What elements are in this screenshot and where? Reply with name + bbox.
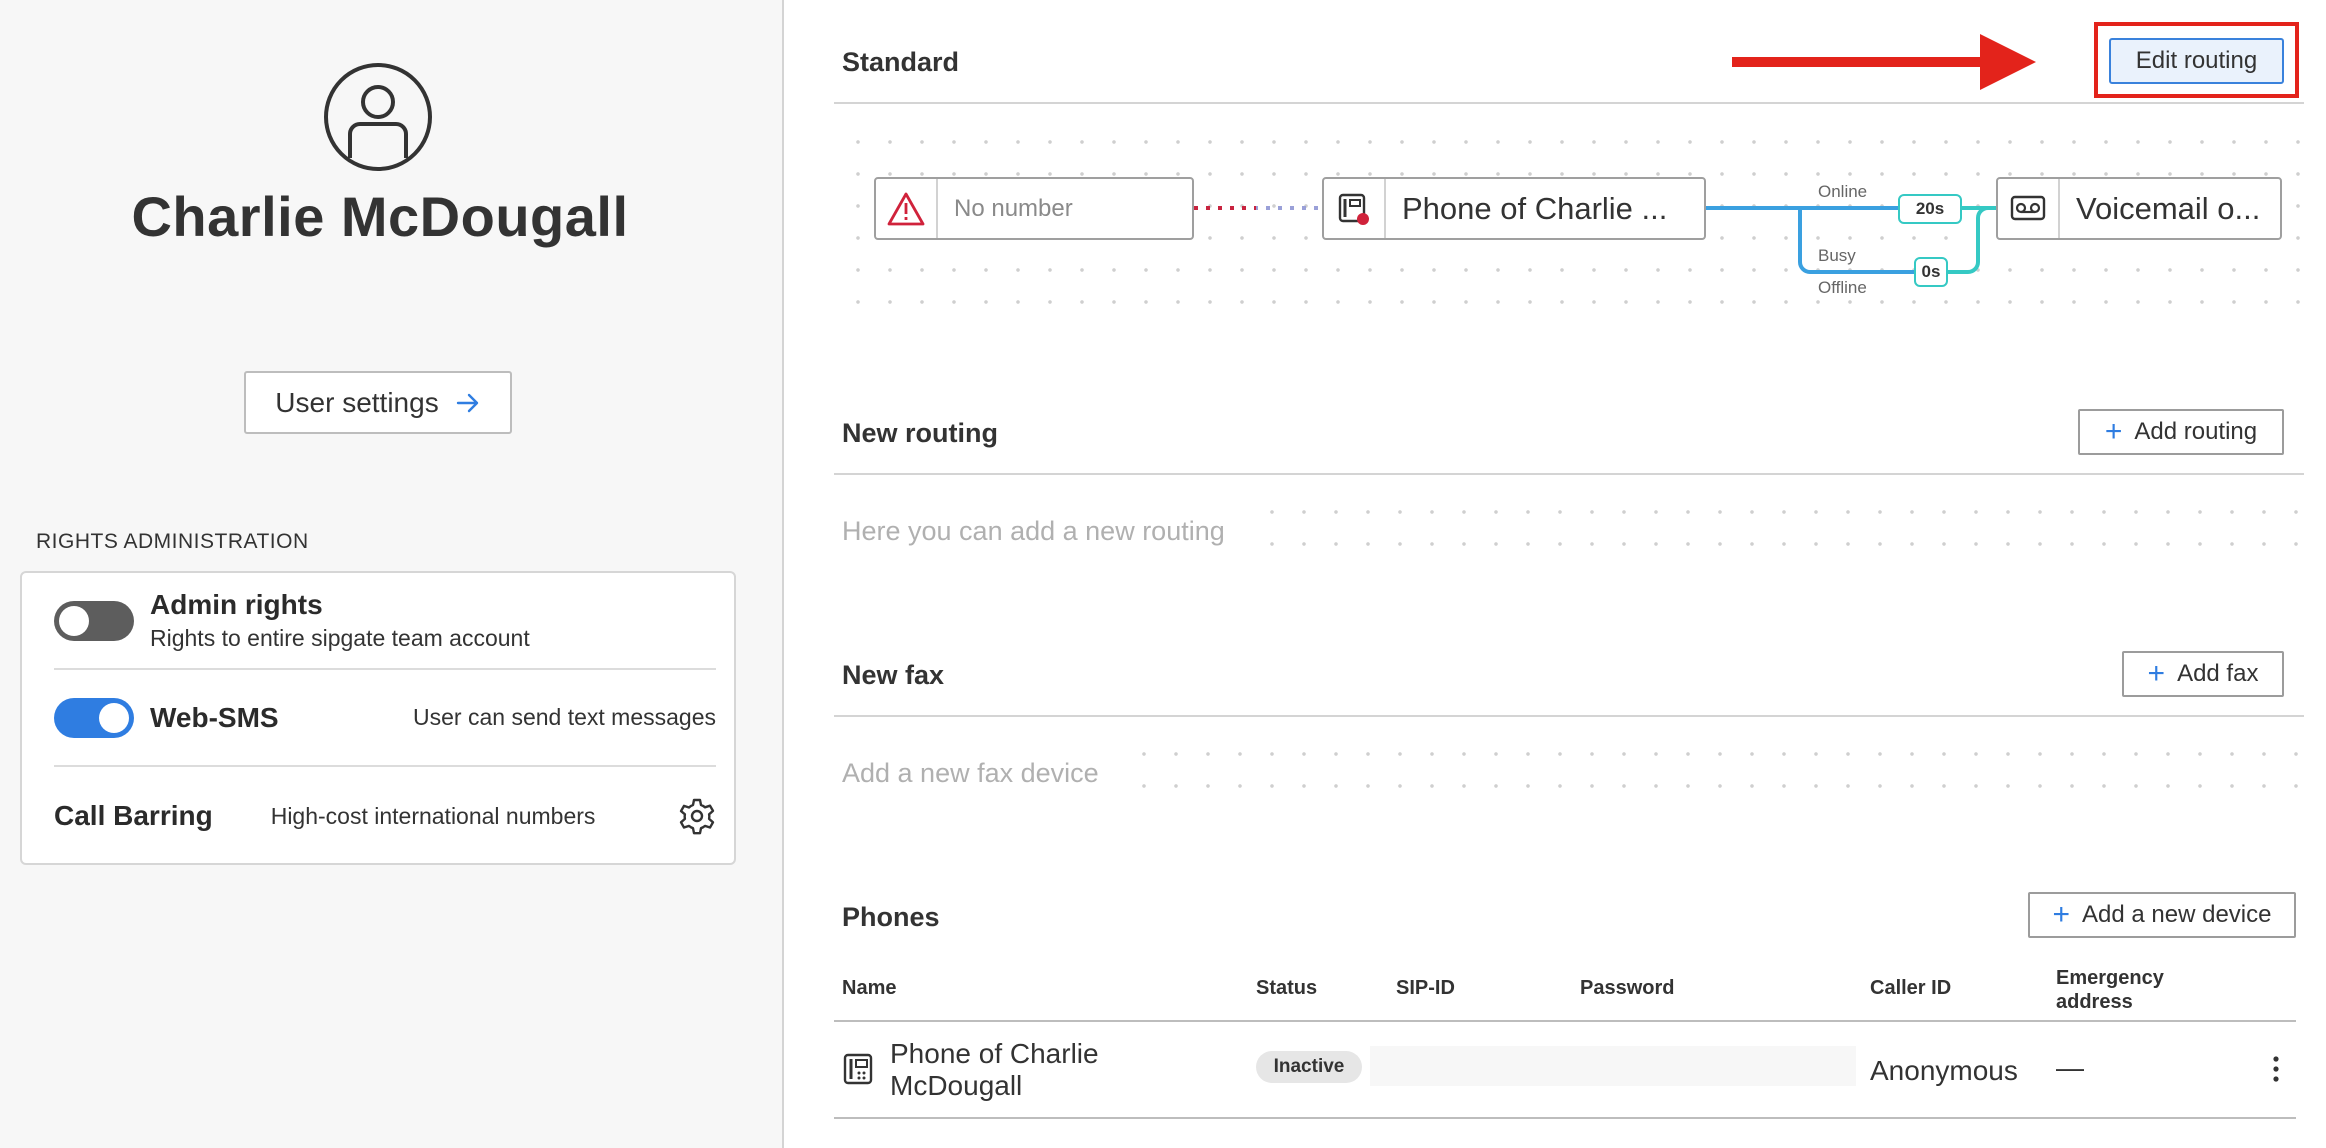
column-header-sip-id: SIP-ID [1396,977,1455,999]
rights-heading: RIGHTS ADMINISTRATION [36,530,309,553]
websms-title: Web-SMS [150,701,279,733]
new-fax-placeholder: Add a new fax device [842,758,1099,788]
websms-toggle[interactable] [54,697,134,738]
add-device-label: Add a new device [2082,901,2272,928]
new-routing-grid [1256,496,2302,558]
new-routing-divider [834,473,2304,475]
new-routing-section-title: New routing [842,418,998,448]
user-name: Charlie McDougall [131,185,629,248]
column-header-emergency: Emergency address [2056,966,2164,1014]
call-barring-row: Call Barring High-cost international num… [54,767,716,865]
edit-routing-button[interactable]: Edit routing [2109,38,2284,84]
sip-id-field[interactable] [1370,1046,1856,1086]
websms-description: User can send text messages [413,704,716,730]
column-header-status: Status [1256,977,1318,999]
online-label: Online [1818,182,1868,201]
column-header-emergency-line2: address [2056,991,2133,1013]
table-bottom-divider [834,1117,2296,1119]
routing-target-node[interactable]: Voicemail o... [1996,177,2282,240]
voicemail-icon [2010,195,2046,220]
online-delay-badge[interactable]: 20s [1898,194,1962,224]
standard-section-title: Standard [842,47,960,77]
plus-icon: + [2147,657,2166,690]
user-sidebar: Charlie McDougall User settings RIGHTS A… [0,0,784,1148]
annotation-arrow [1732,34,2036,90]
kebab-menu-icon[interactable] [2270,1054,2282,1084]
plus-icon: + [2052,898,2071,931]
admin-rights-subtitle: Rights to entire sipgate team account [150,625,530,651]
table-header-divider [834,1020,2296,1022]
column-header-name: Name [842,977,897,999]
routing-device-node[interactable]: Phone of Charlie ... [1322,177,1706,240]
busy-delay-badge[interactable]: 0s [1914,257,1948,287]
caller-id-value: Anonymous [1870,1055,2018,1086]
add-fax-label: Add fax [2177,660,2259,687]
call-barring-description: High-cost international numbers [270,802,596,829]
rights-card: Admin rights Rights to entire sipgate te… [20,571,736,865]
column-header-emergency-line1: Emergency [2056,967,2164,989]
arrow-right-icon [456,393,478,412]
status-badge: Inactive [1256,1051,1362,1083]
desk-phone-icon [843,1053,873,1085]
new-fax-section-title: New fax [842,660,945,690]
new-fax-grid [1128,738,2302,800]
user-avatar-icon [324,63,432,171]
routing-source-node[interactable]: No number [874,177,1194,240]
busy-label: Busy [1818,246,1856,265]
column-header-caller-id: Caller ID [1870,977,1952,999]
new-routing-placeholder: Here you can add a new routing [842,516,1225,546]
routing-device-label: Phone of Charlie ... [1402,190,1668,226]
websms-row: Web-SMS User can send text messages [54,670,716,767]
add-device-button[interactable]: + Add a new device [2028,892,2296,938]
routing-target-label: Voicemail o... [2076,190,2261,226]
emergency-address-value: — [2056,1052,2084,1083]
add-fax-button[interactable]: + Add fax [2122,651,2284,697]
admin-rights-row: Admin rights Rights to entire sipgate te… [54,573,716,670]
admin-rights-toggle[interactable] [54,600,134,641]
user-settings-label: User settings [275,386,439,418]
add-routing-label: Add routing [2134,418,2258,445]
device-name[interactable]: Phone of Charlie McDougall [890,1038,1190,1102]
desk-phone-icon [1338,193,1369,225]
warning-icon [887,192,925,225]
routing-source-label: No number [954,194,1073,222]
user-settings-button[interactable]: User settings [244,371,512,434]
offline-label: Offline [1818,278,1867,297]
column-header-password: Password [1580,977,1675,999]
call-barring-title: Call Barring [54,800,213,831]
add-routing-button[interactable]: + Add routing [2078,409,2284,455]
plus-icon: + [2104,415,2123,448]
gear-icon[interactable] [678,797,716,835]
admin-rights-title: Admin rights [150,589,323,620]
standard-divider [834,102,2304,104]
new-fax-divider [834,715,2304,717]
phones-section-title: Phones [842,902,940,932]
